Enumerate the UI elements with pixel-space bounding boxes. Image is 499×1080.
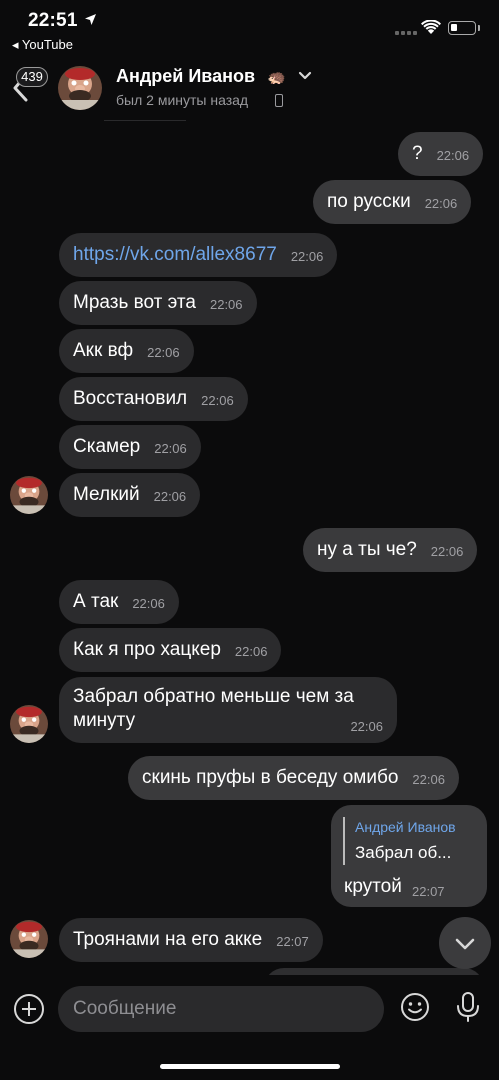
- message-text: Мразь вот эта: [73, 292, 196, 313]
- message-text: Восстановил: [73, 388, 188, 409]
- message-time: 22:06: [290, 249, 324, 264]
- unread-count-badge[interactable]: 439: [16, 67, 48, 87]
- emoji-icon[interactable]: [400, 992, 430, 1022]
- location-arrow-icon: [85, 14, 96, 25]
- battery-tip: [478, 25, 480, 31]
- message-bubble-incoming[interactable]: Мразь вот эта 22:06: [59, 281, 257, 325]
- message-text: по русски: [327, 191, 411, 212]
- message-bubble-incoming[interactable]: Мелкий 22:06: [59, 473, 201, 517]
- scroll-down-icon: [455, 938, 475, 950]
- message-time: 22:06: [201, 393, 234, 408]
- home-indicator: [160, 1064, 340, 1069]
- message-time: 22:07: [276, 934, 309, 949]
- message-time: 22:07: [412, 884, 445, 899]
- message-bubble-incoming[interactable]: https://vk.com/allex8677 22:06: [59, 233, 338, 277]
- phone-icon: [275, 94, 283, 107]
- message-bubble-incoming[interactable]: Как я про хацкер 22:06: [59, 628, 282, 672]
- message-time: 22:06: [412, 772, 445, 787]
- message-text: крутой: [344, 876, 402, 897]
- reply-snippet[interactable]: Забрал об...: [355, 843, 451, 863]
- message-input[interactable]: Сообщение: [58, 986, 384, 1032]
- message-bubble-incoming[interactable]: Забрал обратно меньше чем за минуту 22:06: [59, 677, 397, 743]
- message-bubble-outgoing[interactable]: по русски 22:06: [313, 180, 472, 224]
- contact-avatar[interactable]: [58, 66, 102, 110]
- plus-icon[interactable]: [14, 994, 44, 1024]
- message-bubble-incoming[interactable]: Скамер 22:06: [59, 425, 201, 469]
- message-link[interactable]: https://vk.com/allex8677: [73, 244, 277, 265]
- message-time: 22:06: [436, 148, 470, 163]
- message-text: Троянами на его акке: [73, 929, 263, 950]
- message-time: 22:06: [424, 196, 458, 211]
- last-seen-status: был 2 минуты назад: [116, 92, 249, 108]
- reply-quote-bar: [343, 817, 345, 865]
- message-text: Забрал обратно меньше чем за минуту: [73, 686, 354, 731]
- message-time: 22:06: [350, 719, 383, 734]
- message-bubble-incoming[interactable]: А так 22:06: [59, 580, 179, 624]
- chevron-down-icon[interactable]: [298, 71, 312, 81]
- message-text: Скамер: [73, 436, 141, 457]
- message-text: ?: [412, 143, 423, 164]
- sender-avatar[interactable]: [10, 920, 48, 958]
- message-bubble-outgoing[interactable]: ? 22:06: [398, 132, 484, 176]
- message-bubble-outgoing[interactable]: ну а ты че? 22:06: [303, 528, 478, 572]
- wifi-icon: [421, 20, 441, 34]
- message-text: А так: [73, 591, 119, 612]
- cellular-icon: [395, 31, 417, 35]
- message-time: 22:06: [234, 644, 268, 659]
- message-text: Акк вф: [73, 340, 134, 361]
- message-time: 22:06: [147, 345, 180, 360]
- message-time: 22:06: [153, 489, 187, 504]
- message-bubble-outgoing[interactable]: скинь пруфы в беседу омибо 22:06: [128, 756, 459, 800]
- sender-avatar[interactable]: [10, 476, 48, 514]
- message-bubble-incoming[interactable]: Акк вф 22:06: [59, 329, 194, 373]
- message-text: Как я про хацкер: [73, 639, 221, 660]
- message-time: 22:06: [209, 297, 243, 312]
- message-time: 22:06: [132, 596, 165, 611]
- message-text: Мелкий: [73, 484, 140, 505]
- message-bubble-incoming[interactable]: Восстановил 22:06: [59, 377, 248, 421]
- contact-name[interactable]: Андрей Иванов: [116, 66, 255, 87]
- name-emoji: 🦔: [267, 69, 286, 86]
- message-bubble-incoming[interactable]: Троянами на его акке 22:07: [59, 918, 323, 962]
- message-text: скинь пруфы в беседу омибо: [142, 767, 399, 788]
- message-time: 22:06: [154, 441, 187, 456]
- scroll-to-bottom-button[interactable]: [439, 917, 491, 969]
- status-time: 22:51: [28, 10, 78, 31]
- back-to-app-link[interactable]: ◂ YouTube: [12, 37, 73, 53]
- battery-icon: [448, 21, 476, 35]
- message-time: 22:06: [430, 544, 464, 559]
- header-divider: [104, 120, 186, 121]
- mic-icon[interactable]: [455, 991, 481, 1023]
- reply-author[interactable]: Андрей Иванов: [355, 819, 456, 835]
- sender-avatar[interactable]: [10, 705, 48, 743]
- message-text: ну а ты че?: [317, 539, 417, 560]
